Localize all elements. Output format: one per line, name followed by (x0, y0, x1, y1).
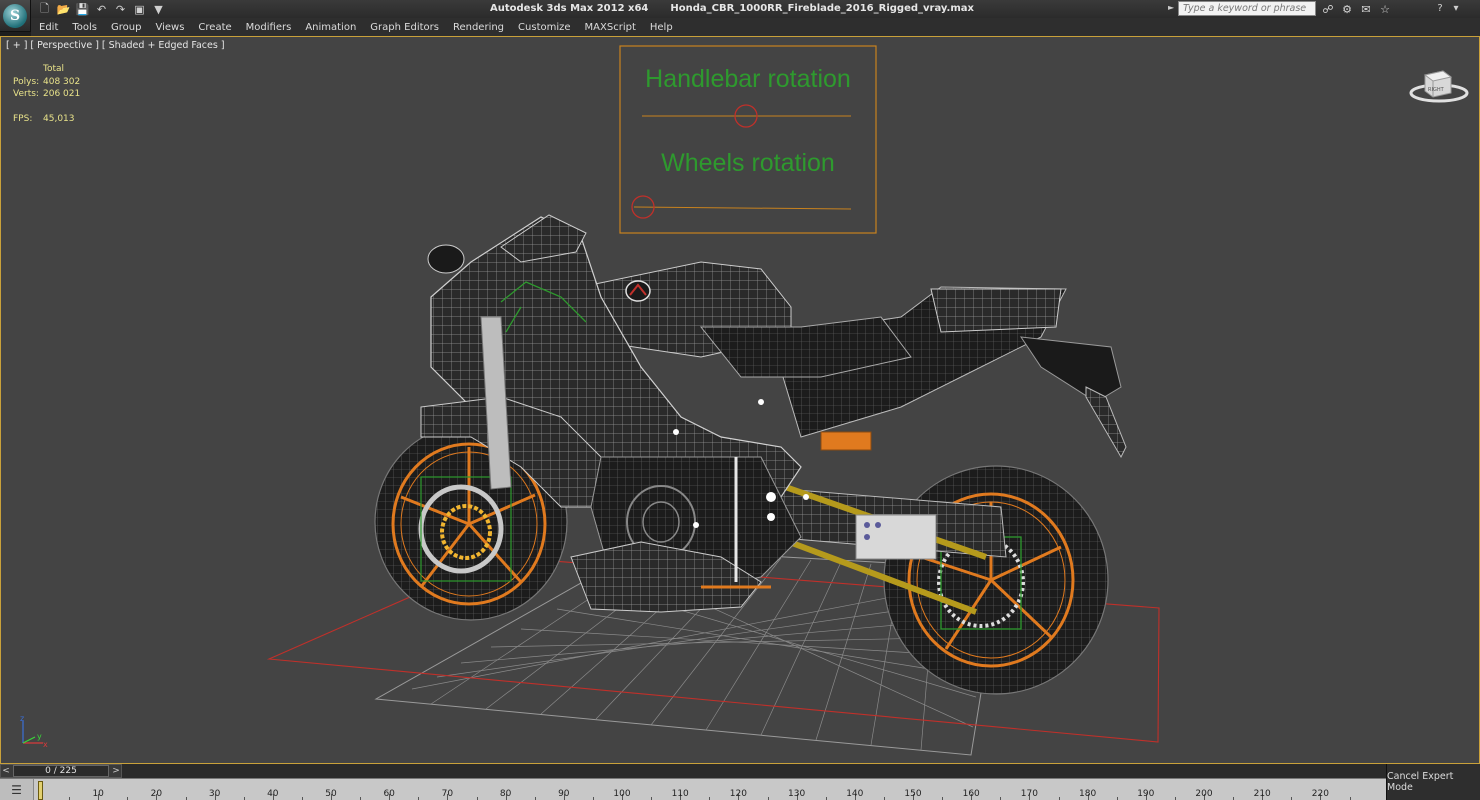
timeline-tick-label: 200 (1195, 789, 1213, 799)
timeline-tick-label: 210 (1253, 789, 1271, 799)
timeline-tick-label: 10 (92, 789, 104, 799)
timeline-tick-label: 120 (729, 789, 747, 799)
viewport-statistics: Total Polys: 408 302 Verts: 206 021 FPS: 45… (13, 63, 80, 125)
polys-count: 408 302 (43, 76, 81, 87)
menu-bar: Edit Tools Group Views Create Modifiers … (31, 18, 1480, 36)
timeline[interactable]: ☰ 10 20 30 40 50 60 70 80 90 100 110 120 130 140 150 16… (0, 778, 1386, 800)
viewcube-icon[interactable]: RIGHT (1409, 67, 1469, 103)
app-title: Autodesk 3ds Max 2012 x64 (490, 3, 649, 14)
polys-label: Polys: (13, 76, 40, 87)
timeline-tick-label: 60 (383, 789, 395, 799)
help-dropdown-icon[interactable]: ▾ (1448, 0, 1464, 16)
menu-tools[interactable]: Tools (72, 22, 97, 33)
rig-control-panel[interactable]: Handlebar rotation Wheels rotation (619, 45, 877, 234)
timeline-tick-label: 110 (671, 789, 689, 799)
scene-canvas[interactable]: Handlebar rotation Wheels rotation (1, 37, 1479, 763)
timeline-tick-label: 90 (558, 789, 570, 799)
timeline-tick-label: 70 (441, 789, 454, 799)
viewport-label[interactable]: [ + ] [ Perspective ] [ Shaded + Edged F… (6, 40, 225, 51)
file-name: Honda_CBR_1000RR_Fireblade_2016_Rigged_v… (670, 3, 974, 14)
timeline-tick-label: 150 (904, 789, 922, 799)
timeline-tick-label: 80 (499, 789, 512, 799)
time-slider[interactable]: < 0 / 225 > (0, 764, 122, 778)
quick-access-toolbar: 🗋 📂 💾 ↶ ↷ ▣ ▼ (36, 1, 167, 17)
axis-z-label: z (20, 714, 24, 723)
timeline-tick-label: 180 (1079, 789, 1097, 799)
search-collapse-icon[interactable]: ► (1168, 3, 1174, 12)
timeline-tick-label: 220 (1311, 789, 1329, 799)
menu-animation[interactable]: Animation (305, 22, 356, 33)
viewcube-face-label: RIGHT (1428, 87, 1445, 93)
timeline-tick-label: 50 (325, 789, 337, 799)
timeline-ruler[interactable]: 10 20 30 40 50 60 70 80 90 100 110 120 130 140 150 160 1… (34, 779, 1386, 800)
help-icon[interactable]: ? (1432, 0, 1448, 16)
timeline-tick-label: 140 (846, 789, 864, 799)
timeline-tick-label: 130 (788, 789, 806, 799)
menu-group[interactable]: Group (111, 22, 141, 33)
save-icon[interactable]: 💾 (74, 1, 91, 17)
time-slider-prev-button[interactable]: < (1, 765, 11, 777)
handlebar-rotation-label: Handlebar rotation (645, 65, 851, 93)
new-file-icon[interactable]: 🗋 (36, 1, 53, 17)
menu-create[interactable]: Create (198, 22, 231, 33)
open-file-icon[interactable]: 📂 (55, 1, 72, 17)
menu-views[interactable]: Views (155, 22, 184, 33)
verts-count: 206 021 (43, 89, 81, 99)
mini-curve-editor-icon[interactable]: ☰ (0, 779, 34, 800)
perspective-viewport[interactable]: Handlebar rotation Wheels rotation [ + ]… (0, 36, 1480, 764)
timeline-tick-label: 40 (267, 789, 279, 799)
time-slider-next-button[interactable]: > (111, 765, 121, 777)
stats-header: Total (43, 64, 65, 74)
menu-maxscript[interactable]: MAXScript (585, 22, 636, 33)
dropdown-icon[interactable]: ▼ (150, 1, 167, 17)
window-title: Autodesk 3ds Max 2012 x64 Honda_CBR_1000R… (490, 3, 996, 14)
menu-rendering[interactable]: Rendering (453, 22, 504, 33)
timeline-tick-label: 20 (150, 789, 163, 799)
communication-icon[interactable]: ✉ (1358, 1, 1374, 17)
axis-y-label: y (37, 732, 42, 741)
binoculars-icon[interactable]: ☍ (1320, 1, 1336, 17)
favorites-star-icon[interactable]: ☆ (1377, 1, 1393, 17)
timeline-tick-label: 100 (613, 789, 631, 799)
menu-customize[interactable]: Customize (518, 22, 571, 33)
timeline-tick-label: 170 (1020, 789, 1038, 799)
menu-graph-editors[interactable]: Graph Editors (370, 22, 439, 33)
wheels-slider-track (633, 206, 852, 210)
undo-icon[interactable]: ↶ (93, 1, 110, 17)
redo-icon[interactable]: ↷ (112, 1, 129, 17)
verts-label: Verts: (13, 89, 39, 99)
trackbar (0, 764, 1480, 778)
title-bar: 🗋 📂 💾 ↶ ↷ ▣ ▼ Autodesk 3ds Max 2012 x64 H… (0, 0, 1480, 18)
info-center: ☍ ⚙ ✉ ☆ (1320, 1, 1393, 17)
menu-edit[interactable]: Edit (39, 22, 58, 33)
app-logo-icon: S (3, 3, 27, 28)
window-controls: ? ▾ (1432, 0, 1464, 16)
timeline-tick-label: 190 (1137, 789, 1155, 799)
menu-help[interactable]: Help (650, 22, 673, 33)
fps-value: 45,013 (43, 113, 75, 124)
subscription-icon[interactable]: ⚙ (1339, 1, 1355, 17)
axis-x-label: x (43, 740, 48, 749)
search-input[interactable]: Type a keyword or phrase (1178, 1, 1316, 16)
timeline-tick-label: 30 (208, 789, 221, 799)
menu-modifiers[interactable]: Modifiers (246, 22, 292, 33)
project-folder-icon[interactable]: ▣ (131, 1, 148, 17)
time-slider-readout[interactable]: 0 / 225 (13, 765, 109, 777)
fps-label: FPS: (13, 113, 33, 124)
wheels-rotation-label: Wheels rotation (661, 149, 835, 177)
app-menu-button[interactable]: S (0, 0, 31, 32)
time-cursor[interactable] (38, 781, 43, 800)
timeline-tick-label: 160 (962, 789, 980, 799)
axis-tripod-icon: z y x (20, 714, 48, 749)
cancel-expert-mode-button[interactable]: Cancel Expert Mode (1386, 764, 1480, 800)
